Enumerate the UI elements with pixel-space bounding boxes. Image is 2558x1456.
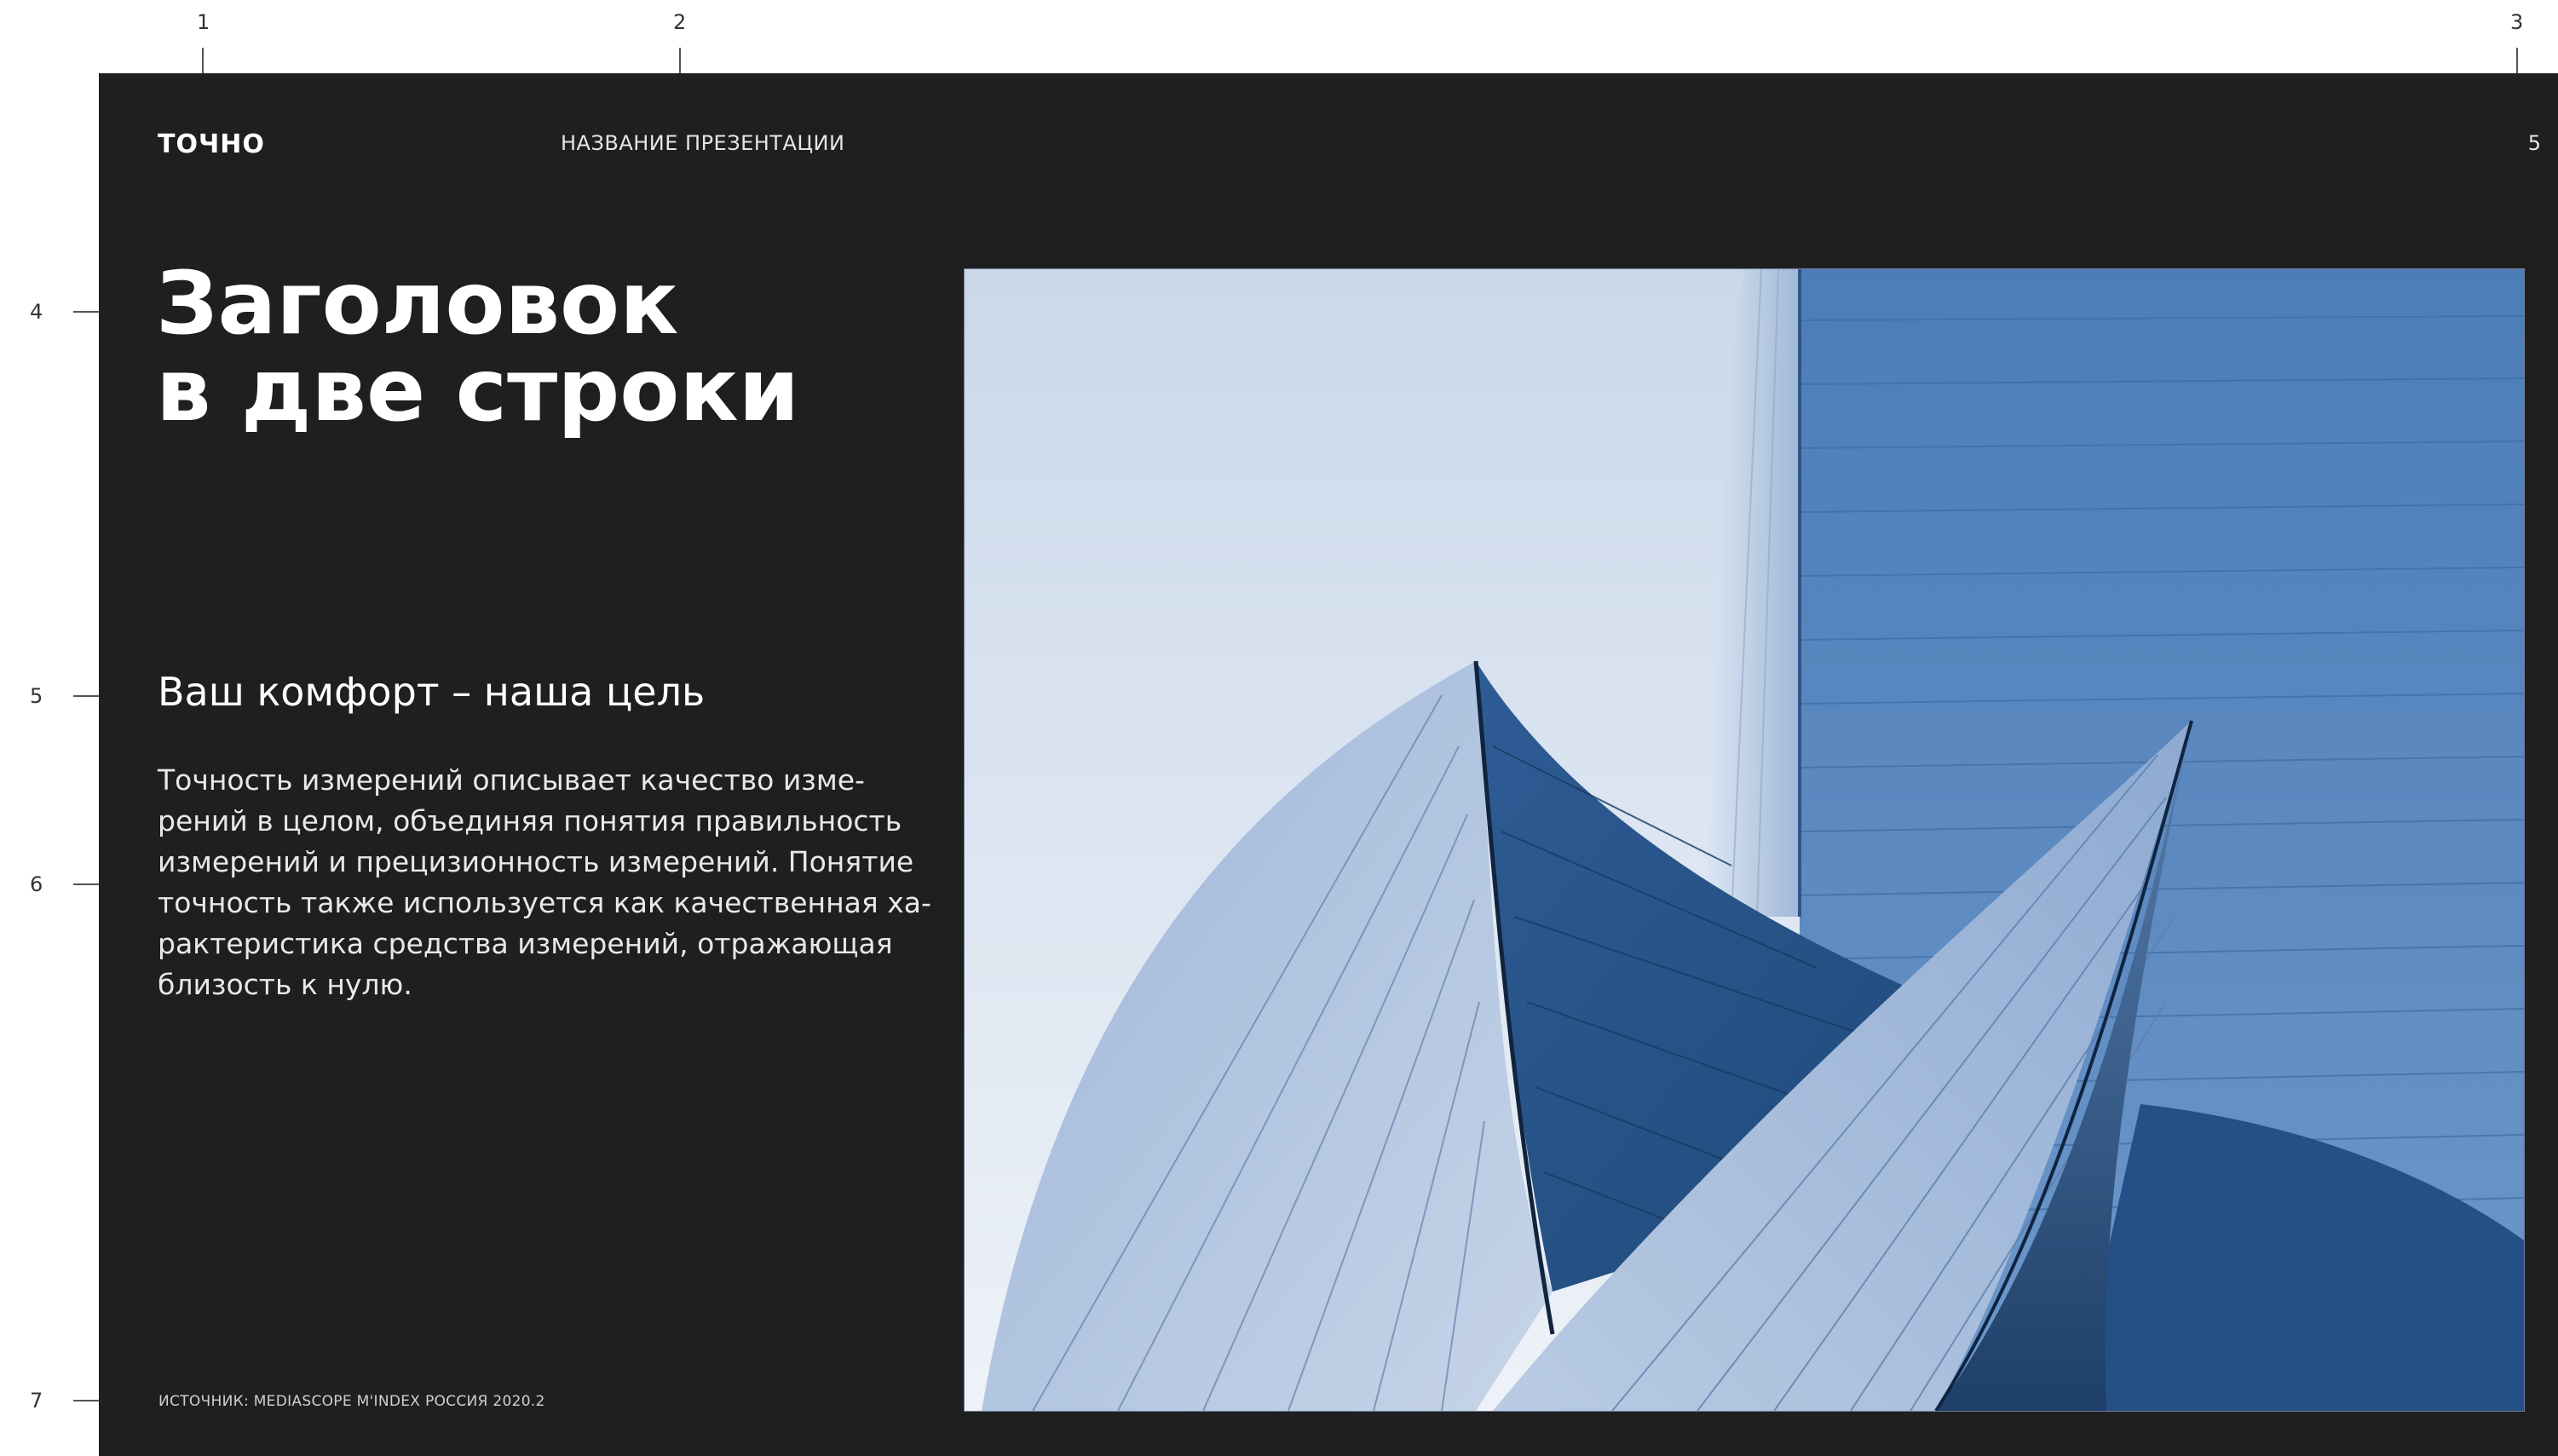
page-number: 5 — [2527, 131, 2541, 155]
guide-tick-4 — [73, 311, 99, 313]
body-line: рактеристика средства измерений, отражаю… — [158, 927, 893, 960]
body-line: рений в целом, объединяя понятия правиль… — [158, 804, 902, 837]
guide-column-3: 3 — [2510, 10, 2524, 34]
headline-line-2: в две строки — [156, 340, 800, 441]
guide-tick-3 — [2516, 48, 2518, 73]
guide-tick-1 — [202, 48, 204, 73]
guide-row-6: 6 — [30, 872, 43, 896]
body-line: точность также используется как качестве… — [158, 886, 931, 919]
guide-tick-7 — [73, 1400, 99, 1401]
slide: ТОЧНО НАЗВАНИЕ ПРЕЗЕНТАЦИИ 5 Заголовок в… — [99, 73, 2558, 1456]
guide-tick-6 — [73, 883, 99, 885]
architecture-photo — [964, 268, 2525, 1412]
source-footnote: ИСТОЧНИК: MEDIASCOPE M'INDEX РОССИЯ 2020… — [158, 1393, 545, 1410]
guide-tick-5 — [73, 695, 99, 697]
presentation-title: НАЗВАНИЕ ПРЕЗЕНТАЦИИ — [561, 131, 845, 155]
body-line: близость к нулю. — [158, 968, 412, 1001]
headline-line-1: Заголовок — [156, 253, 679, 354]
guide-row-5: 5 — [30, 684, 43, 708]
brand-logo: ТОЧНО — [158, 129, 265, 159]
body-line: Точность измерений описывает качество из… — [158, 763, 865, 797]
guide-column-1: 1 — [197, 10, 210, 34]
slide-subtitle: Ваш комфорт – наша цель — [158, 669, 706, 715]
body-line: измерений и прецизионность измерений. По… — [158, 845, 914, 878]
guide-tick-2 — [679, 48, 681, 73]
guide-column-2: 2 — [673, 10, 687, 34]
guide-row-7: 7 — [30, 1389, 43, 1413]
slide-headline: Заголовок в две строки — [156, 261, 799, 434]
guide-row-4: 4 — [30, 300, 43, 324]
body-paragraph: Точность измерений описывает качество из… — [158, 760, 931, 1005]
